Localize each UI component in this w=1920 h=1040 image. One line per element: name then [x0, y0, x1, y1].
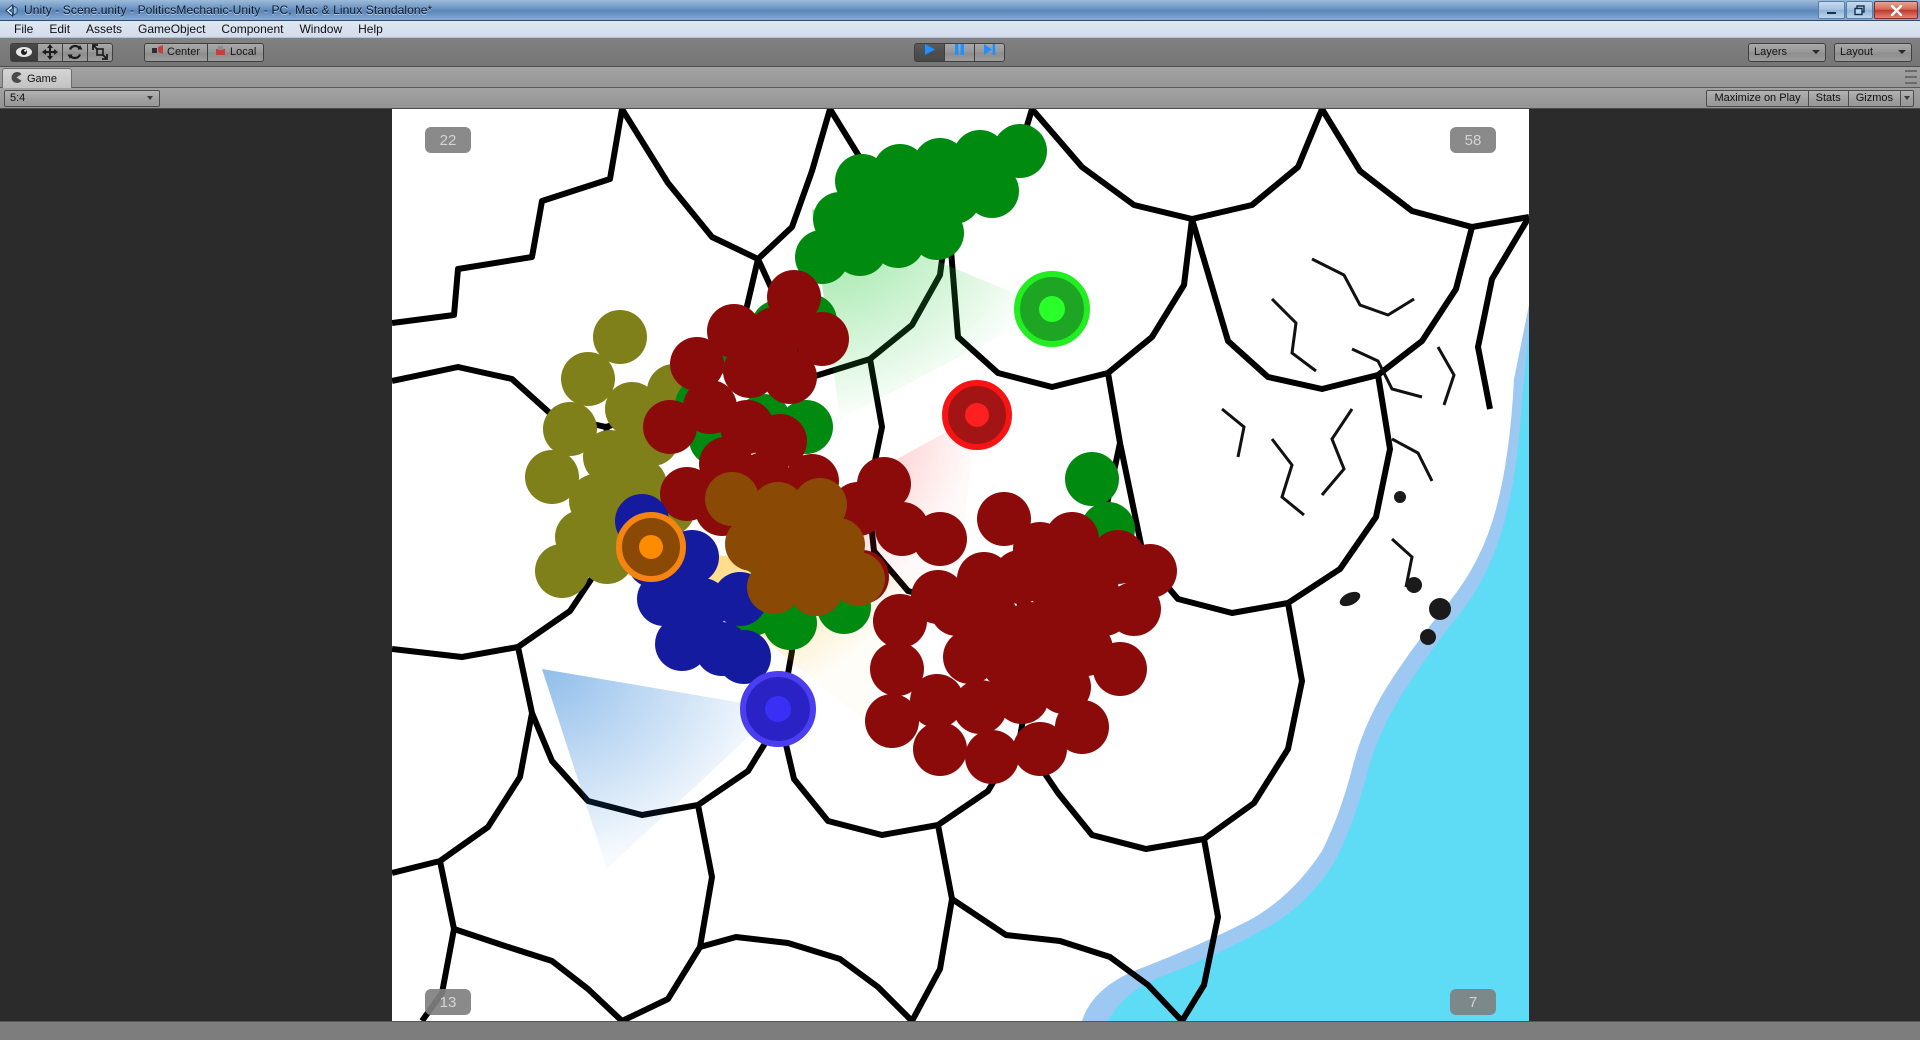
- gizmos-button[interactable]: Gizmos: [1847, 89, 1901, 107]
- score-badge-top-left[interactable]: 22: [425, 127, 471, 153]
- score-badge-bottom-right[interactable]: 7: [1450, 989, 1496, 1015]
- scale-icon: [92, 44, 108, 60]
- window-title: Unity - Scene.unity - PoliticsMechanic-U…: [24, 3, 433, 17]
- aspect-ratio-dropdown[interactable]: 5:4: [4, 89, 160, 107]
- status-bar: [0, 1021, 1920, 1040]
- red-capital[interactable]: [942, 380, 1012, 450]
- menu-item-assets[interactable]: Assets: [78, 21, 130, 38]
- play-controls-group: [914, 42, 1005, 62]
- red-unit-dot[interactable]: [965, 730, 1019, 784]
- orange-faction-core: [639, 535, 663, 559]
- layers-dropdown-label: Layers: [1754, 46, 1788, 58]
- panel-tabstrip: Game: [0, 67, 1920, 88]
- gizmos-dropdown-button[interactable]: [1900, 89, 1914, 107]
- menu-item-gameobject[interactable]: GameObject: [130, 21, 213, 38]
- green-capital[interactable]: [1014, 271, 1090, 347]
- stats-button[interactable]: Stats: [1807, 89, 1849, 107]
- maximize-on-play-button[interactable]: Maximize on Play: [1706, 89, 1809, 107]
- handle-mode-button[interactable]: Local: [207, 42, 265, 62]
- game-view-toolbar: 5:4 Maximize on Play Stats Gizmos: [0, 88, 1920, 109]
- main-toolbar: Center Local Layers Layout: [0, 38, 1920, 67]
- chevron-down-icon: [147, 96, 153, 100]
- red-unit-dot[interactable]: [911, 570, 965, 624]
- red-unit-dot[interactable]: [1091, 530, 1145, 584]
- tab-game[interactable]: Game: [2, 68, 72, 88]
- scale-tool-button[interactable]: [87, 42, 113, 62]
- step-button[interactable]: [974, 42, 1005, 62]
- chevron-down-icon: [1812, 50, 1820, 54]
- pivot-mode-label: Center: [167, 46, 201, 58]
- menu-item-window[interactable]: Window: [291, 21, 350, 38]
- menu-item-help[interactable]: Help: [350, 21, 391, 38]
- red-unit-dot[interactable]: [865, 694, 919, 748]
- play-button[interactable]: [914, 42, 945, 62]
- green-unit-dot[interactable]: [965, 164, 1019, 218]
- red-faction-core: [965, 403, 989, 427]
- red-unit-dot[interactable]: [763, 350, 817, 404]
- olive-unit-dot[interactable]: [561, 352, 615, 406]
- game-render-area[interactable]: 22 58 13 7: [392, 109, 1529, 1021]
- move-tool-button[interactable]: [37, 42, 63, 62]
- red-unit-dot[interactable]: [1093, 642, 1147, 696]
- menu-item-component[interactable]: Component: [213, 21, 291, 38]
- pivot-handle-group: Center Local: [144, 42, 265, 62]
- game-toolbar-right-group: Maximize on Play Stats Gizmos: [1706, 89, 1914, 107]
- unity-logo-icon: [4, 3, 19, 18]
- game-viewport: 22 58 13 7: [0, 109, 1920, 1021]
- restore-icon[interactable]: [1846, 1, 1873, 19]
- play-icon: [923, 43, 936, 61]
- pause-button[interactable]: [944, 42, 975, 62]
- political-map: [392, 109, 1529, 1021]
- green-unit-dot[interactable]: [1065, 452, 1119, 506]
- move-arrows-icon: [42, 44, 58, 60]
- pivot-icon: [152, 45, 163, 59]
- score-badge-top-right[interactable]: 58: [1450, 127, 1496, 153]
- close-icon[interactable]: [1874, 1, 1918, 19]
- aspect-ratio-label: 5:4: [10, 92, 26, 104]
- hand-tool-button[interactable]: [10, 42, 38, 62]
- pivot-mode-button[interactable]: Center: [144, 42, 209, 62]
- window-titlebar: Unity - Scene.unity - PoliticsMechanic-U…: [0, 0, 1920, 21]
- rotate-tool-button[interactable]: [62, 42, 88, 62]
- green-unit-dot[interactable]: [910, 206, 964, 260]
- chevron-down-icon: [1898, 50, 1906, 54]
- green-faction-core: [1039, 296, 1065, 322]
- orange-capital[interactable]: [616, 512, 686, 582]
- layers-dropdown[interactable]: Layers: [1748, 42, 1826, 62]
- blue-unit-dot[interactable]: [655, 617, 709, 671]
- minimize-icon[interactable]: [1818, 1, 1845, 19]
- blue-capital[interactable]: [740, 671, 816, 747]
- panel-options-icon[interactable]: [1905, 70, 1917, 84]
- red-unit-dot[interactable]: [1055, 700, 1109, 754]
- red-unit-dot[interactable]: [643, 400, 697, 454]
- game-view-icon: [11, 71, 22, 86]
- pause-icon: [954, 43, 965, 61]
- toolbar-right-group: Layers Layout: [1748, 42, 1912, 62]
- step-icon: [983, 43, 996, 61]
- menu-item-file[interactable]: File: [6, 21, 41, 38]
- red-unit-dot[interactable]: [913, 722, 967, 776]
- menu-item-edit[interactable]: Edit: [41, 21, 78, 38]
- red-unit-dot[interactable]: [913, 512, 967, 566]
- tab-game-label: Game: [27, 72, 57, 85]
- blue-faction-core: [765, 696, 791, 722]
- menubar: File Edit Assets GameObject Component Wi…: [0, 21, 1920, 38]
- chevron-down-icon: [1904, 96, 1910, 100]
- layout-dropdown-label: Layout: [1840, 46, 1874, 58]
- eye-icon: [15, 46, 33, 58]
- handle-mode-label: Local: [230, 46, 257, 58]
- transform-tools-group: [0, 42, 113, 62]
- window-controls: [1818, 1, 1918, 19]
- orange-unit-dot[interactable]: [831, 552, 885, 606]
- handle-icon: [215, 45, 226, 59]
- score-badge-bottom-left[interactable]: 13: [425, 989, 471, 1015]
- layout-dropdown[interactable]: Layout: [1834, 42, 1912, 62]
- rotate-icon: [67, 44, 83, 60]
